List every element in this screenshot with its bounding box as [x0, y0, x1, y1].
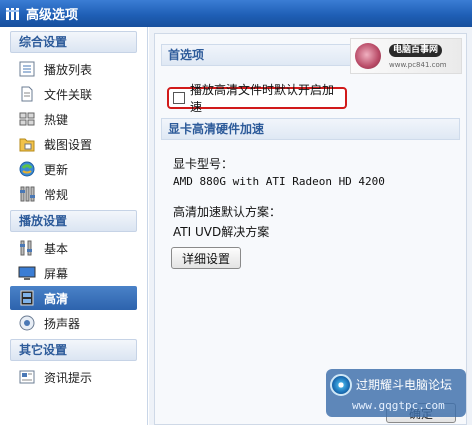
section-general: 综合设置 — [10, 31, 137, 53]
sidebar-item-playlist[interactable]: 播放列表 — [14, 57, 137, 81]
basic-icon — [18, 239, 36, 257]
watermark-url: www.gqgtpc.com — [352, 399, 445, 412]
sidebar-item-label: 常规 — [44, 187, 69, 202]
sidebar-item-general[interactable]: 常规 — [14, 182, 137, 206]
sidebar-item-label: 扬声器 — [44, 316, 81, 331]
hw-accel-header: 显卡高清硬件加速 — [161, 118, 460, 140]
hotkey-icon — [18, 110, 36, 128]
sidebar-item-label: 高清 — [44, 291, 69, 306]
window-title: 高级选项 — [26, 8, 79, 23]
sidebar-item-file-association[interactable]: 文件关联 — [14, 82, 137, 106]
hd-accel-checkbox[interactable] — [173, 92, 185, 104]
screenshot-icon — [18, 135, 36, 153]
screen-icon — [18, 264, 36, 282]
banner-title: 电脑百事网 — [389, 44, 443, 57]
settings-panel: 首选项 电脑百事网 www.pc841.com 播放高清文件时默认开启加速 显卡… — [154, 33, 467, 425]
forum-logo-icon — [330, 374, 352, 396]
sidebar-item-screen[interactable]: 屏幕 — [14, 261, 137, 285]
sidebar-item-label: 屏幕 — [44, 266, 69, 281]
gpu-label: 显卡型号： — [173, 157, 234, 171]
file-association-icon — [18, 85, 36, 103]
sidebar: 综合设置 播放列表 文件关联 热键 截图设置 更新 常规 播放设置 基本 屏幕 … — [0, 27, 148, 425]
update-icon — [18, 160, 36, 178]
forum-watermark: 过期耀斗电脑论坛 www.gqgtpc.com — [326, 369, 466, 417]
hd-accel-checkbox-row[interactable]: 播放高清文件时默认开启加速 — [167, 83, 347, 114]
sidebar-item-news[interactable]: 资讯提示 — [14, 365, 137, 389]
sidebar-item-basic[interactable]: 基本 — [14, 236, 137, 260]
section-playback: 播放设置 — [10, 210, 137, 232]
playlist-icon — [18, 60, 36, 78]
news-icon — [18, 368, 36, 386]
title-bar[interactable]: 高级选项 — [0, 0, 472, 27]
details-button[interactable]: 详细设置 — [171, 247, 241, 269]
settings-app-icon — [6, 7, 20, 21]
sidebar-item-speaker[interactable]: 扬声器 — [14, 311, 137, 335]
sidebar-item-hd[interactable]: 高清 — [10, 286, 137, 310]
gpu-value: AMD 880G with ATI Radeon HD 4200 — [173, 175, 385, 188]
watermark-title: 过期耀斗电脑论坛 — [356, 378, 453, 392]
sidebar-item-hotkey[interactable]: 热键 — [14, 107, 137, 131]
flower-logo-icon — [355, 43, 381, 69]
scheme-label: 高清加速默认方案： — [173, 205, 282, 219]
speaker-icon — [18, 314, 36, 332]
sidebar-item-label: 文件关联 — [44, 87, 93, 102]
sidebar-item-label: 更新 — [44, 162, 69, 177]
sidebar-item-update[interactable]: 更新 — [14, 157, 137, 181]
content-area: 首选项 电脑百事网 www.pc841.com 播放高清文件时默认开启加速 显卡… — [149, 27, 472, 425]
sidebar-item-label: 截图设置 — [44, 137, 93, 152]
sidebar-item-label: 热键 — [44, 112, 69, 127]
scheme-value: ATI UVD解决方案 — [173, 225, 270, 239]
banner-url: www.pc841.com — [389, 61, 447, 69]
sidebar-item-label: 资讯提示 — [44, 370, 93, 385]
general-icon — [18, 185, 36, 203]
hd-accel-checkbox-label: 播放高清文件时默认开启加速 — [190, 83, 335, 114]
hd-icon — [18, 289, 36, 307]
sidebar-item-label: 播放列表 — [44, 62, 93, 77]
sidebar-item-screenshot[interactable]: 截图设置 — [14, 132, 137, 156]
section-other: 其它设置 — [10, 339, 137, 361]
sidebar-item-label: 基本 — [44, 241, 69, 256]
site-banner: 电脑百事网 www.pc841.com — [350, 38, 462, 74]
